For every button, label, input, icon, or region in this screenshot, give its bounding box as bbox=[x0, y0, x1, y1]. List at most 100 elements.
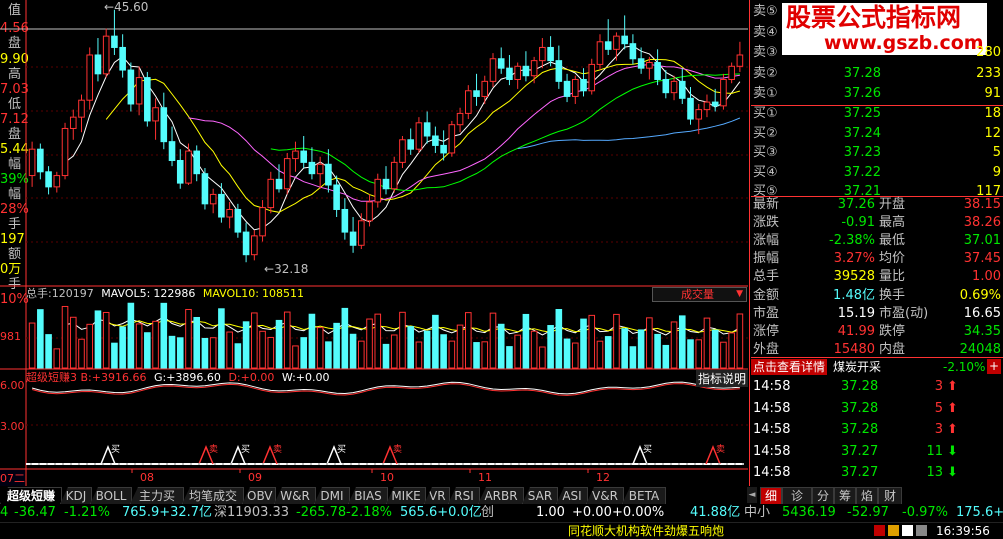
tab-indicator[interactable]: ARBR bbox=[478, 487, 524, 504]
candle bbox=[69, 109, 77, 140]
ask-row[interactable]: 卖⑤ bbox=[751, 2, 1003, 22]
tray-icon-1[interactable] bbox=[874, 525, 885, 536]
price-chart[interactable]: 买 卖 买 卖 买 卖 买 卖 08 09 10 11 12 bbox=[0, 0, 750, 486]
tab-indicator[interactable]: SAR bbox=[522, 487, 558, 504]
volume-bar bbox=[695, 339, 703, 369]
baseline-dot bbox=[222, 463, 224, 465]
volume-bar bbox=[621, 328, 628, 369]
detail-tab[interactable]: 诊断 bbox=[782, 487, 812, 519]
candle-body bbox=[292, 150, 299, 160]
status-s5[interactable]: 深11903.33 bbox=[214, 504, 289, 522]
tray-icon-4[interactable] bbox=[916, 525, 927, 536]
sell-signal: 卖 bbox=[705, 444, 725, 465]
quote-label: 市盈 bbox=[753, 305, 780, 321]
detail-tab[interactable]: 筹 bbox=[834, 487, 856, 505]
baseline-dot bbox=[238, 463, 240, 465]
tab-indicator[interactable]: BOLL bbox=[90, 487, 132, 504]
bottom-strip: 同花顺大机构软件劲爆五响炮 16:39:56 bbox=[0, 522, 1003, 539]
volume-bar bbox=[242, 321, 250, 369]
indicator-name[interactable]: 超级短赚3 bbox=[26, 371, 77, 384]
candle bbox=[720, 73, 727, 110]
quote-label: 涨停 bbox=[753, 323, 780, 339]
tab-indicator[interactable]: BIAS bbox=[348, 487, 388, 504]
tab-indicator[interactable]: 主力买卖 bbox=[130, 487, 184, 504]
ask-row[interactable]: 卖④ bbox=[751, 23, 1003, 43]
quote-value-2: 37.45 bbox=[963, 251, 1001, 267]
quote-row[interactable]: 振幅 3.27% 均价 37.45 bbox=[751, 249, 1003, 269]
tab-indicator[interactable]: DMI bbox=[314, 487, 350, 504]
volume-bar bbox=[86, 323, 94, 369]
candle-body bbox=[571, 78, 579, 97]
detail-tab[interactable]: 分 bbox=[812, 487, 834, 505]
expand-button[interactable]: + bbox=[987, 359, 1001, 374]
tab-indicator[interactable]: OBV bbox=[242, 487, 276, 504]
status-s9[interactable]: 创 bbox=[481, 504, 494, 522]
ask-label: 卖① bbox=[753, 86, 778, 101]
ma10-line bbox=[105, 59, 741, 213]
quote-row[interactable]: 最新 37.26 开盘 38.15 bbox=[751, 195, 1003, 215]
tray-icon-3[interactable] bbox=[902, 525, 913, 536]
ask-row[interactable]: 卖③ 280 bbox=[751, 43, 1003, 63]
candle-body bbox=[218, 193, 225, 218]
arrow-up-icon: ⬆ bbox=[947, 422, 958, 437]
bid-row[interactable]: 买④ 37.22 9 bbox=[751, 163, 1003, 183]
detail-button[interactable]: 点击查看详情 bbox=[751, 359, 828, 375]
tick-price: 37.28 bbox=[841, 422, 879, 437]
ask-row[interactable]: 卖② 37.28 233 bbox=[751, 64, 1003, 84]
detail-tab[interactable]: 细 bbox=[760, 487, 782, 505]
candle-body bbox=[333, 184, 340, 210]
quote-row[interactable]: 涨停 41.99 跌停 34.35 bbox=[751, 322, 1003, 342]
volume-bar bbox=[539, 346, 546, 369]
tray-icon-2[interactable] bbox=[888, 525, 899, 536]
volume-bar bbox=[366, 318, 373, 369]
quote-row[interactable]: 涨幅 -2.38% 最低 37.01 bbox=[751, 231, 1003, 251]
min-price-value: 32.18 bbox=[274, 262, 309, 276]
tab-indicator[interactable]: BETA bbox=[622, 487, 666, 504]
status-s14[interactable]: 中小 bbox=[744, 504, 770, 522]
baseline-dot bbox=[590, 463, 592, 465]
candle bbox=[522, 51, 530, 82]
baseline-dot bbox=[726, 463, 728, 465]
tab-indicator[interactable]: RSI bbox=[448, 487, 480, 504]
candle bbox=[127, 62, 135, 112]
tab-indicator[interactable]: MIKE bbox=[386, 487, 426, 504]
volume-bar bbox=[473, 342, 480, 369]
bid-row[interactable]: 买① 37.25 18 bbox=[751, 104, 1003, 124]
news-marquee[interactable]: 同花顺大机构软件劲爆五响炮 bbox=[568, 523, 724, 539]
baseline-dot bbox=[174, 463, 176, 465]
candle bbox=[308, 147, 316, 180]
indicator-help-button[interactable]: 指标说明 bbox=[696, 370, 749, 387]
quote-row[interactable]: 总手 39528 量比 1.00 bbox=[751, 267, 1003, 287]
tab-indicator[interactable]: KDJ bbox=[60, 487, 92, 504]
tabs-scroll-left[interactable]: ◄ bbox=[747, 487, 757, 503]
volume-bar bbox=[555, 309, 563, 369]
mavol10-label: MAVOL10: bbox=[202, 287, 259, 300]
quote-row[interactable]: 涨跌 -0.91 最高 38.26 bbox=[751, 213, 1003, 233]
volume-selector[interactable]: 成交量 ▼ bbox=[652, 287, 747, 302]
quote-label: 涨幅 bbox=[753, 233, 780, 249]
baseline-dot bbox=[702, 463, 704, 465]
baseline-dot bbox=[70, 463, 72, 465]
tab-active[interactable]: 超级短赚3 bbox=[0, 487, 62, 504]
quote-row[interactable]: 市盈 15.19 市盈(动) 16.65 bbox=[751, 304, 1003, 324]
candle-body bbox=[267, 178, 275, 209]
detail-tab[interactable]: 焰 bbox=[856, 487, 878, 505]
bid-row[interactable]: 买③ 37.23 5 bbox=[751, 143, 1003, 163]
tab-indicator[interactable]: ASI bbox=[556, 487, 588, 504]
tab-indicator[interactable]: 均笔成交 bbox=[182, 487, 244, 504]
ask-row[interactable]: 卖① 37.26 91 bbox=[751, 84, 1003, 104]
candle-body bbox=[720, 78, 727, 107]
bid-row[interactable]: 买② 37.24 12 bbox=[751, 124, 1003, 144]
candle-body bbox=[563, 80, 571, 97]
bid-price: 37.22 bbox=[843, 164, 881, 180]
baseline-dot bbox=[246, 463, 248, 465]
detail-tab[interactable]: 财 bbox=[878, 487, 902, 505]
tab-indicator[interactable]: VR bbox=[424, 487, 450, 504]
quote-row[interactable]: 金额 1.48亿 换手 0.69% bbox=[751, 286, 1003, 306]
candle bbox=[259, 200, 266, 242]
baseline-dot bbox=[166, 463, 168, 465]
tab-indicator[interactable]: V&R bbox=[586, 487, 624, 504]
sector-name[interactable]: 煤炭开采 bbox=[833, 359, 881, 375]
tab-indicator[interactable]: W&R bbox=[274, 487, 316, 504]
candlesticks bbox=[28, 9, 744, 263]
